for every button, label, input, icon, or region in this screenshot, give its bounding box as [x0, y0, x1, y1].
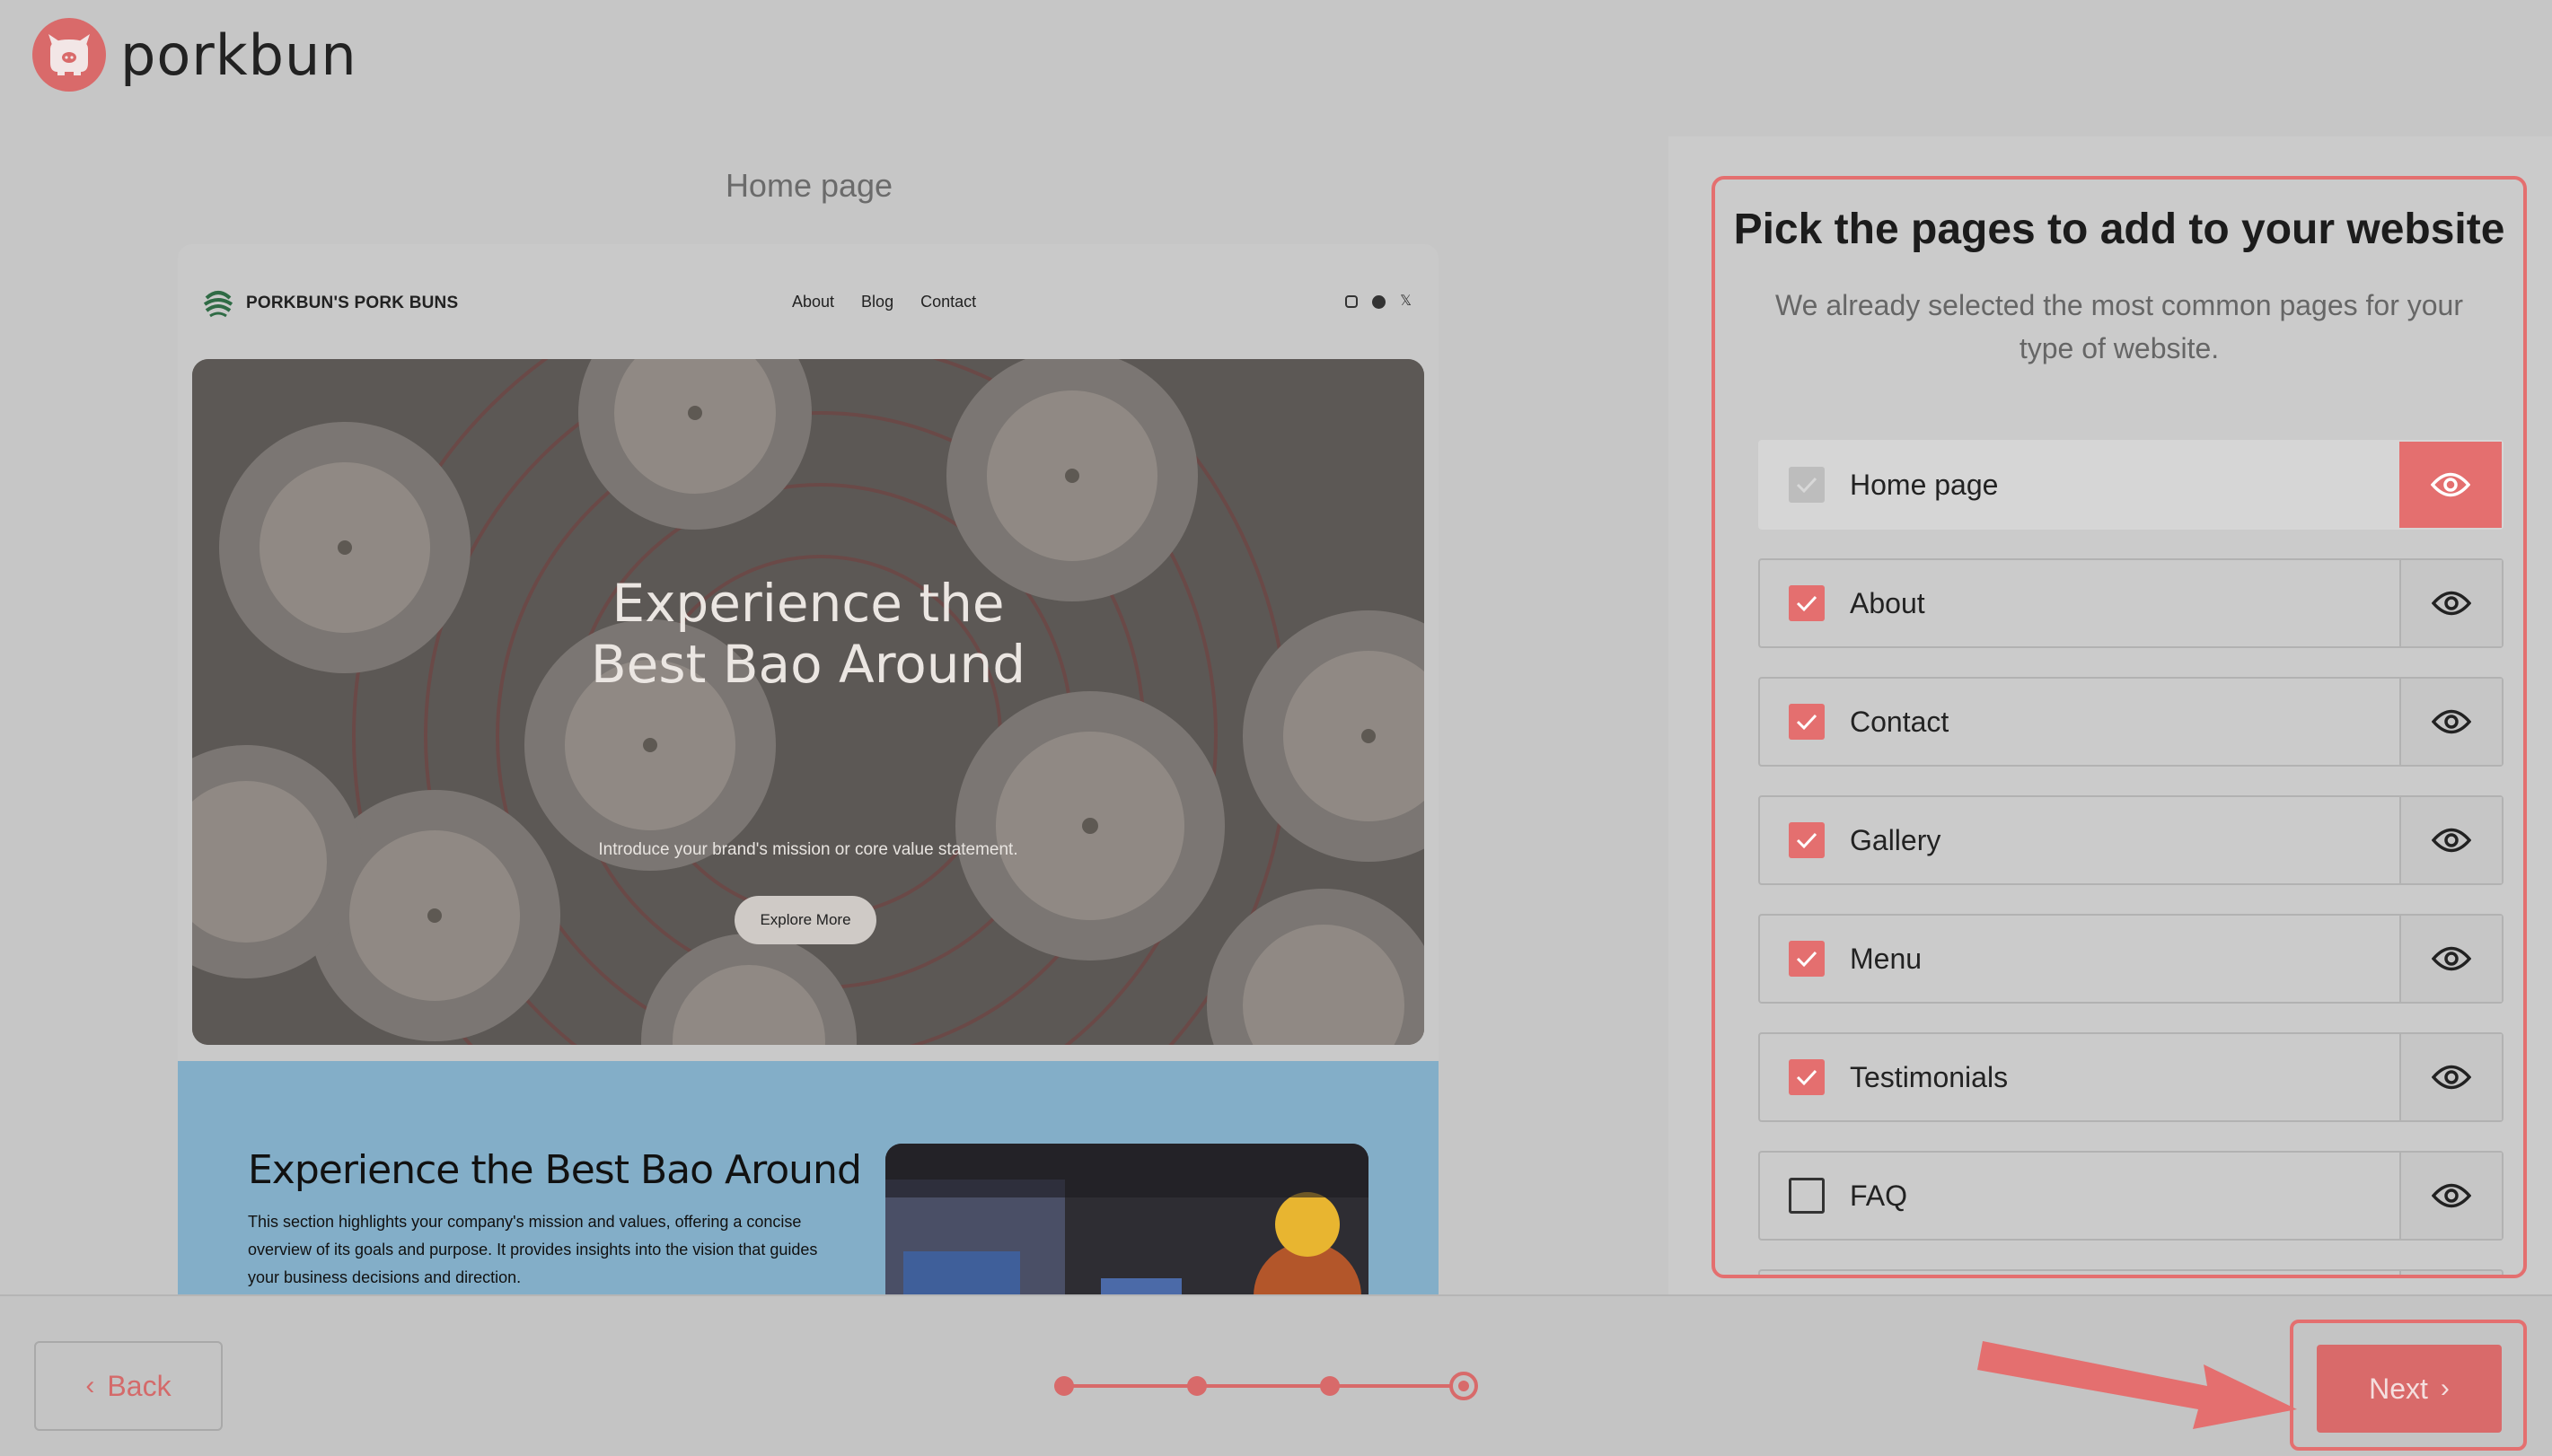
preview-social-icons: 𝕏	[1345, 293, 1412, 311]
page-row-main: About	[1760, 560, 2399, 646]
chevron-right-icon: ›	[2440, 1373, 2450, 1403]
panel-title: Pick the pages to add to your website	[1733, 206, 2505, 253]
preview-eye-contact[interactable]	[2399, 679, 2502, 765]
preview-eye-menu[interactable]	[2399, 916, 2502, 1002]
page-row-main: Testimonials	[1760, 1034, 2399, 1120]
page-label-contact: Contact	[1850, 705, 1949, 738]
next-button[interactable]: Next ›	[2317, 1345, 2502, 1433]
back-label: Back	[107, 1369, 172, 1402]
step-dot-4-current	[1449, 1372, 1478, 1400]
step-dot-3	[1320, 1376, 1340, 1396]
site-logo-icon	[203, 291, 233, 318]
page-row-menu[interactable]: Menu	[1758, 914, 2504, 1004]
eye-icon	[2432, 828, 2471, 853]
page-row-main: Contact	[1760, 679, 2399, 765]
page-label-testimonials: Testimonials	[1850, 1060, 2009, 1093]
preview-site-brand: PORKBUN'S PORK BUNS	[203, 289, 458, 318]
next-button-highlight: Next ›	[2290, 1320, 2527, 1451]
checkbox-menu[interactable]	[1789, 941, 1825, 977]
page-row-partial	[1758, 1269, 2504, 1275]
panel-subtitle: We already selected the most common page…	[1775, 289, 2463, 364]
page-row-about[interactable]: About	[1758, 558, 2504, 648]
preview-site-nav: PORKBUN'S PORK BUNS About Blog Contact 𝕏	[178, 244, 1439, 359]
eye-icon	[2432, 1183, 2471, 1208]
page-row-testimonials[interactable]: Testimonials	[1758, 1032, 2504, 1122]
step-line	[1063, 1384, 1456, 1388]
preview-eye-home[interactable]	[2399, 442, 2502, 528]
preview-hero: Experience the Best Bao Around Introduce…	[192, 359, 1424, 1045]
preview-nav-blog: Blog	[861, 293, 894, 311]
preview-eye-partial	[2399, 1271, 2502, 1275]
pig-logo-icon	[32, 18, 106, 92]
preview-hero-title: Experience the Best Bao Around	[192, 573, 1424, 695]
preview-site-links: About Blog Contact	[792, 293, 976, 311]
step-dot-2	[1187, 1376, 1207, 1396]
preview-section-body: This section highlights your company's m…	[248, 1213, 818, 1286]
preview-nav-contact: Contact	[920, 293, 977, 311]
step-dot-1	[1054, 1376, 1074, 1396]
preview-about-section: Experience the Best Bao Around This sect…	[178, 1061, 1439, 1296]
eye-icon	[2431, 472, 2470, 497]
page-label-menu: Menu	[1850, 942, 1923, 975]
preview-site-brand-name: PORKBUN'S PORK BUNS	[246, 294, 459, 312]
chevron-left-icon: ‹	[85, 1371, 95, 1400]
page-row-main: Home page	[1760, 442, 2399, 528]
preview-nav-about: About	[792, 293, 835, 311]
page-row-main: Gallery	[1760, 797, 2399, 883]
eye-icon	[2432, 1065, 2471, 1090]
checkbox-home	[1789, 467, 1825, 503]
page-label-about: About	[1850, 586, 1925, 619]
page-row-contact[interactable]: Contact	[1758, 677, 2504, 767]
facebook-icon	[1372, 295, 1386, 309]
preview-title: Home page	[725, 167, 893, 204]
preview-explore-button: Explore More	[735, 896, 876, 944]
porkbun-logo[interactable]: porkbun	[32, 18, 357, 92]
step-indicator	[1049, 1361, 1480, 1411]
page-list: Home page About Contact Gallery Menu Tes…	[1758, 440, 2504, 1275]
preview-section-image	[885, 1144, 1368, 1296]
brand-name: porkbun	[120, 22, 357, 88]
preview-hero-title-line2: Best Bao Around	[590, 634, 1026, 695]
preview-hero-title-line1: Experience the	[612, 573, 1005, 634]
page-row-main: FAQ	[1760, 1153, 2399, 1239]
page-label-gallery: Gallery	[1850, 823, 1941, 856]
page-picker-panel: Pick the pages to add to your website We…	[1712, 176, 2527, 1278]
page-row-faq[interactable]: FAQ	[1758, 1151, 2504, 1241]
preview-hero-subtitle: Introduce your brand's mission or core v…	[598, 840, 1018, 859]
preview-eye-faq[interactable]	[2399, 1153, 2502, 1239]
page-row-home: Home page	[1758, 440, 2504, 530]
preview-eye-about[interactable]	[2399, 560, 2502, 646]
checkbox-testimonials[interactable]	[1789, 1059, 1825, 1095]
checkbox-faq[interactable]	[1789, 1178, 1825, 1214]
annotation-arrow-icon	[1977, 1341, 2297, 1429]
eye-icon	[2432, 591, 2471, 616]
checkbox-contact[interactable]	[1789, 704, 1825, 740]
back-button[interactable]: ‹ Back	[34, 1341, 223, 1431]
preview-eye-testimonials[interactable]	[2399, 1034, 2502, 1120]
eye-icon	[2432, 709, 2471, 734]
x-icon: 𝕏	[1400, 294, 1412, 309]
eye-icon	[2432, 946, 2471, 971]
instagram-icon	[1345, 295, 1359, 308]
checkbox-about[interactable]	[1789, 585, 1825, 621]
checkbox-gallery[interactable]	[1789, 822, 1825, 858]
page-row-main	[1760, 1271, 2399, 1275]
page-label-faq: FAQ	[1850, 1179, 1908, 1212]
page-row-main: Menu	[1760, 916, 2399, 1002]
next-label: Next	[2369, 1372, 2428, 1405]
page-preview: PORKBUN'S PORK BUNS About Blog Contact 𝕏	[178, 244, 1439, 1296]
preview-section-title: Experience the Best Bao Around	[248, 1147, 862, 1193]
preview-eye-gallery[interactable]	[2399, 797, 2502, 883]
page-label-home: Home page	[1850, 468, 1999, 501]
page-row-gallery[interactable]: Gallery	[1758, 795, 2504, 885]
